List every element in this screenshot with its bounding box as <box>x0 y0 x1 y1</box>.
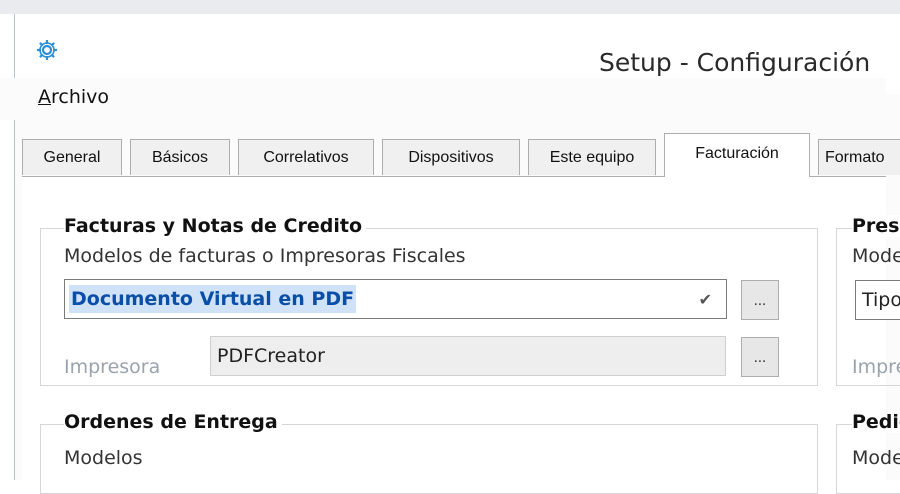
presupuestos-model-input[interactable]: Tipo <box>855 280 900 320</box>
menu-bar <box>0 78 886 120</box>
pedidos-group-title: Pedidos <box>852 411 900 433</box>
facturas-model-select[interactable]: Documento Virtual en PDF ✔︎ <box>64 279 727 319</box>
tab-facturacion[interactable]: Facturación <box>664 133 810 177</box>
tab-formato[interactable]: Formato <box>818 139 900 175</box>
tab-dispositivos[interactable]: Dispositivos <box>382 139 520 175</box>
pedidos-group-subtitle: Modelos <box>852 447 900 469</box>
ordenes-group-subtitle: Modelos <box>64 447 143 469</box>
facturas-printer-label: Impresora <box>64 356 161 378</box>
gear-icon <box>35 38 59 62</box>
tab-general[interactable]: General <box>22 139 122 175</box>
facturas-group-title: Facturas y Notas de Credito <box>64 215 367 237</box>
tab-basicos[interactable]: Básicos <box>130 139 230 175</box>
facturas-printer-browse-button[interactable]: ... <box>741 337 779 377</box>
menu-archivo[interactable]: Archivo <box>38 86 109 108</box>
tab-strip: General Básicos Correlativos Dispositivo… <box>22 133 900 177</box>
facturas-model-browse-button[interactable]: ... <box>741 280 779 320</box>
menu-archivo-label: rchivo <box>51 86 110 108</box>
facturas-group-subtitle: Modelos de facturas o Impresoras Fiscale… <box>64 245 466 267</box>
menu-archivo-accelerator: A <box>38 86 51 108</box>
chevron-down-icon[interactable]: ✔︎ <box>699 290 712 309</box>
tab-este-equipo[interactable]: Este equipo <box>528 139 656 175</box>
ordenes-group-title: Ordenes de Entrega <box>64 411 282 433</box>
window-title: Setup - Configuración <box>599 48 871 77</box>
presupuestos-group-subtitle: Modelos <box>852 245 900 267</box>
facturas-printer-value: PDFCreator <box>217 345 325 367</box>
desktop-background <box>0 0 900 14</box>
presupuestos-printer-label: Impresora <box>852 356 900 378</box>
presupuestos-group-title: Presupuestos <box>852 215 900 237</box>
presupuestos-model-value: Tipo <box>862 289 900 311</box>
facturas-printer-field[interactable]: PDFCreator <box>210 336 726 376</box>
ordenes-group-box <box>40 424 818 494</box>
facturas-model-select-value: Documento Virtual en PDF <box>69 285 357 313</box>
tab-correlativos[interactable]: Correlativos <box>238 139 374 175</box>
